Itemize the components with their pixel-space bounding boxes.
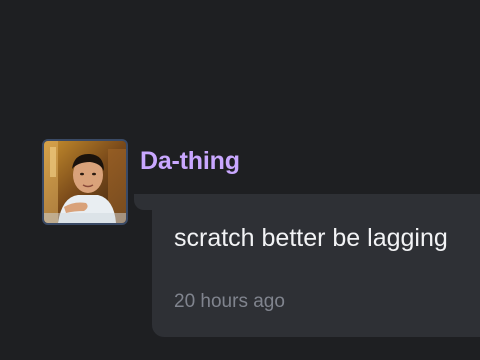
timestamp: 20 hours ago <box>174 291 285 312</box>
comment-thread: Da-thing scratch better be lagging 20 ho… <box>0 0 480 360</box>
message-text: scratch better be lagging <box>174 224 448 252</box>
message-bubble: scratch better be lagging 20 hours ago <box>152 194 480 337</box>
username[interactable]: Da-thing <box>140 147 240 176</box>
user-avatar[interactable] <box>42 139 128 225</box>
avatar-photo <box>44 141 126 223</box>
